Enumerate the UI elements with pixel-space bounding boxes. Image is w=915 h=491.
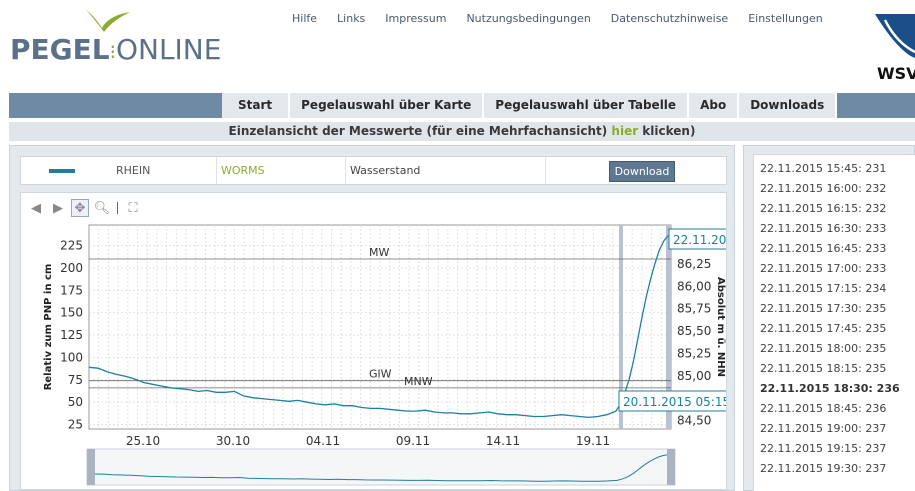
arrow-right-icon[interactable]: ▶ <box>49 199 67 217</box>
pegelonline-logo[interactable]: PEGEL⁝ONLINE <box>8 6 238 68</box>
toolbar-separator <box>117 202 118 214</box>
measurement-item[interactable]: 22.11.2015 17:45: 235 <box>754 319 915 339</box>
nav-datenschutzhinweise[interactable]: Datenschutzhinweise <box>611 12 728 25</box>
arrow-left-icon[interactable]: ◀ <box>27 199 45 217</box>
chart-panel: RHEIN WORMS Wasserstand Download ◀ ▶ ✥ 🔍… <box>9 145 735 491</box>
wsv-emblem-icon <box>875 14 915 58</box>
y2-tick-label: 85,50 <box>677 324 711 338</box>
download-button[interactable]: Download <box>609 161 675 182</box>
nav-hilfe[interactable]: Hilfe <box>292 12 317 25</box>
measurement-item[interactable]: 22.11.2015 15:45: 231 <box>754 159 915 179</box>
y-tick-label: 200 <box>60 261 83 275</box>
measurement-list-panel: 22.11.2015 15:45: 231 22.11.2015 16:00: 2… <box>743 145 915 491</box>
nav-nutzungsbedingungen[interactable]: Nutzungsbedingungen <box>466 12 590 25</box>
logo-light-text: ONLINE <box>115 33 222 66</box>
x-tick-label: 25.10 <box>126 434 160 448</box>
multi-view-link[interactable]: hier <box>611 124 638 138</box>
zoom-icon[interactable]: 🔍︎ <box>93 199 111 217</box>
bird-logo-icon <box>86 10 130 32</box>
max-value-tooltip: 22.11.2015 18:30: 236 <box>668 228 726 250</box>
y-tick-label: 225 <box>60 239 83 253</box>
measurement-item[interactable]: 22.11.2015 17:00: 233 <box>754 259 915 279</box>
reference-line-label: MW <box>369 246 389 259</box>
x-tick-label: 19.11 <box>576 434 610 448</box>
view-mode-bar: Einzelansicht der Messwerte (für eine Me… <box>9 122 915 141</box>
x-tick-label: 09.11 <box>396 434 430 448</box>
y-tick-label: 50 <box>68 395 83 409</box>
nav-links[interactable]: Links <box>337 12 365 25</box>
y2-tick-label: 86,00 <box>677 279 711 293</box>
y-tick-label: 25 <box>68 418 83 432</box>
y-tick-label: 125 <box>60 328 83 342</box>
measurement-item[interactable]: 22.11.2015 18:00: 235 <box>754 339 915 359</box>
min-value-tooltip: 20.11.2015 05:15: 36 <box>618 390 726 412</box>
wsv-text: WSV <box>877 64 915 83</box>
series-legend-swatch <box>49 169 75 173</box>
y2-tick-label: 85,00 <box>677 369 711 383</box>
station-info-row: RHEIN WORMS Wasserstand Download <box>20 156 727 185</box>
nav-einstellungen[interactable]: Einstellungen <box>748 12 823 25</box>
y-tick-label: 100 <box>60 350 83 364</box>
measurement-item[interactable]: 22.11.2015 16:00: 232 <box>754 179 915 199</box>
overview-handle-left <box>87 449 95 485</box>
station-name[interactable]: WORMS <box>217 157 346 184</box>
measurement-item[interactable]: 22.11.2015 18:15: 235 <box>754 359 915 379</box>
y2-axis-label: Absolut m ü. NHN <box>715 277 726 377</box>
view-mode-text-after: klicken) <box>638 124 696 138</box>
tab-abo[interactable]: Abo <box>689 93 740 118</box>
y2-tick-label: 86,25 <box>677 257 711 271</box>
wsv-logo[interactable]: WSV <box>873 14 915 84</box>
nav-impressum[interactable]: Impressum <box>385 12 446 25</box>
x-tick-label: 14.11 <box>486 434 520 448</box>
zoom-extent-icon[interactable]: ⛶ <box>124 199 142 217</box>
y2-tick-label: 85,25 <box>677 346 711 360</box>
tooltip-text: 22.11.2015 18:30: 236 <box>673 233 726 247</box>
x-tick-label: 04.11 <box>306 434 340 448</box>
water-level-chart[interactable]: MWGlWMNW 25507510012515017520022584,5084… <box>21 221 726 489</box>
y2-tick-label: 85,75 <box>677 302 711 316</box>
measurement-item[interactable]: 22.11.2015 16:45: 233 <box>754 239 915 259</box>
main-navigation-bar: Start Pegelauswahl über Karte Pegelauswa… <box>9 93 915 118</box>
y-tick-label: 175 <box>60 283 83 297</box>
measurement-list[interactable]: 22.11.2015 15:45: 231 22.11.2015 16:00: 2… <box>753 154 915 491</box>
measurement-item[interactable]: 22.11.2015 17:15: 234 <box>754 279 915 299</box>
measurement-item[interactable]: 22.11.2015 19:00: 237 <box>754 419 915 439</box>
reference-line-label: GlW <box>369 368 392 381</box>
y-tick-label: 150 <box>60 306 83 320</box>
measurement-item[interactable]: 22.11.2015 18:30: 236 <box>754 379 915 399</box>
tab-downloads[interactable]: Downloads <box>739 93 838 118</box>
reference-line-label: MNW <box>404 375 433 388</box>
tab-pegelauswahl-tabelle[interactable]: Pegelauswahl über Tabelle <box>484 93 690 118</box>
measurement-item[interactable]: 22.11.2015 16:30: 233 <box>754 219 915 239</box>
river-name: RHEIN <box>112 157 217 184</box>
y-axis-label: Relativ zum PNP in cm <box>43 264 54 391</box>
measurement-item[interactable]: 22.11.2015 18:45: 236 <box>754 399 915 419</box>
chart-toolbar: ◀ ▶ ✥ 🔍︎ ⛶ <box>27 197 146 219</box>
y-tick-label: 75 <box>68 373 83 387</box>
top-navigation: Hilfe Links Impressum Nutzungsbedingunge… <box>292 12 843 25</box>
measurement-item[interactable]: 22.11.2015 16:15: 232 <box>754 199 915 219</box>
x-tick-label: 30.10 <box>216 434 250 448</box>
measurement-item[interactable]: 22.11.2015 19:15: 237 <box>754 439 915 459</box>
y2-tick-label: 84,50 <box>677 414 711 428</box>
pan-icon[interactable]: ✥ <box>71 199 89 217</box>
parameter-name: Wasserstand <box>346 157 546 184</box>
tab-start[interactable]: Start <box>222 93 291 118</box>
tooltip-text: 20.11.2015 05:15: 36 <box>623 395 726 409</box>
measurement-item[interactable]: 22.11.2015 17:30: 235 <box>754 299 915 319</box>
tab-pegelauswahl-karte[interactable]: Pegelauswahl über Karte <box>290 93 485 118</box>
chart-container: ◀ ▶ ✥ 🔍︎ ⛶ MW GlW MNW 25 50 75 100 125 150 175 20… <box>20 192 727 490</box>
measurement-item[interactable]: 22.11.2015 19:30: 237 <box>754 459 915 479</box>
view-mode-text-before: Einzelansicht der Messwerte (für eine Me… <box>228 124 612 138</box>
logo-bold-text: PEGEL <box>10 33 110 66</box>
overview-handle-right <box>667 449 675 485</box>
